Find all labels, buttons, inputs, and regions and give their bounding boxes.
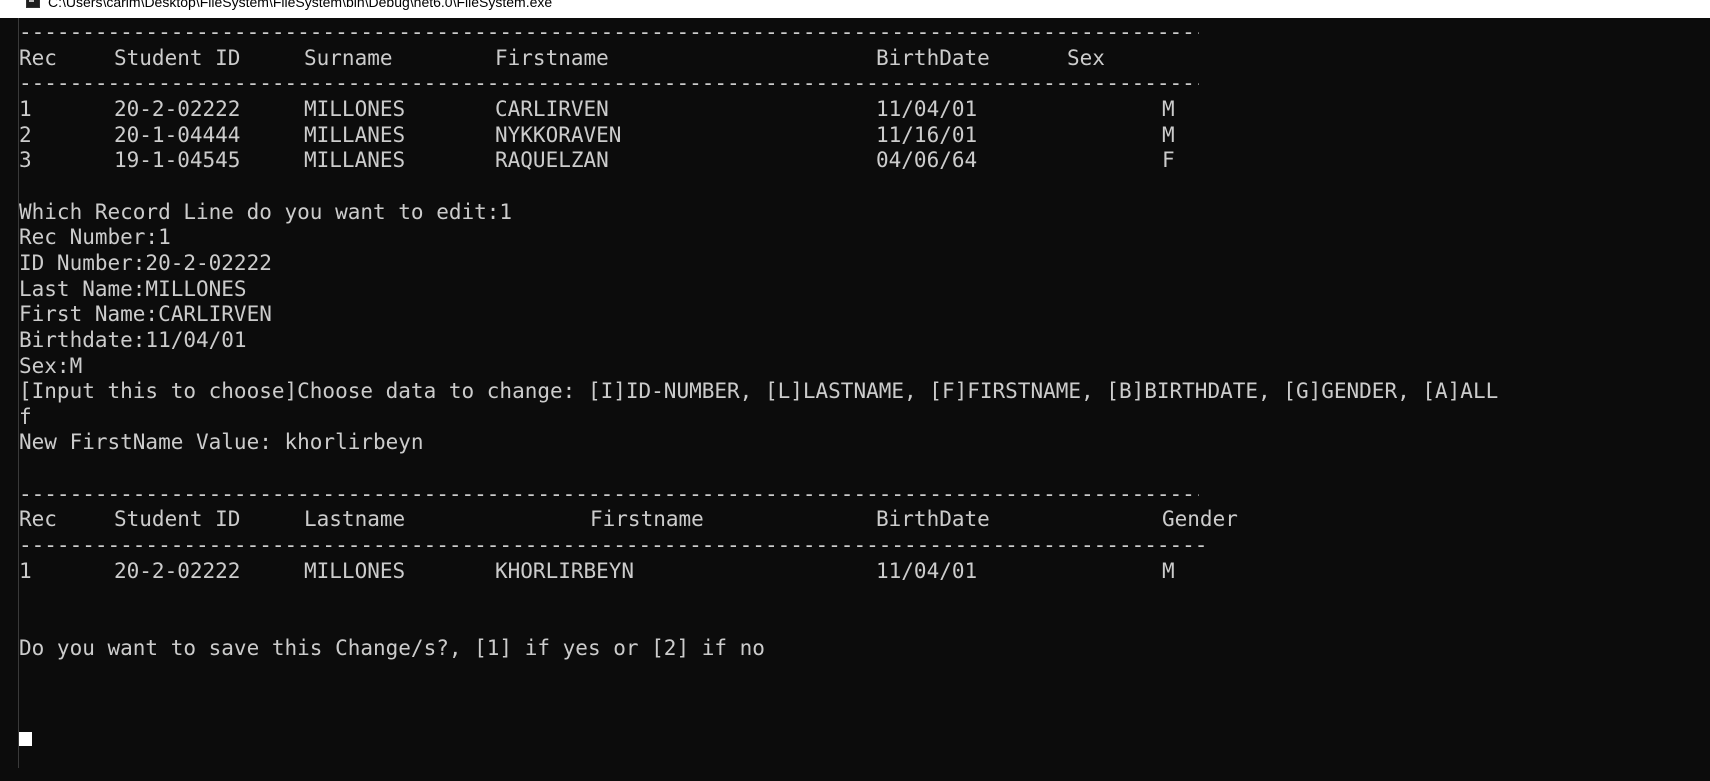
- choose-data-prompt: [Input this to choose]Choose data to cha…: [19, 379, 1499, 403]
- cell-student-id: 20-2-02222: [114, 97, 241, 121]
- birthdate-line: Birthdate:11/04/01: [19, 328, 247, 352]
- cell-student-id: 19-1-04545: [114, 148, 241, 172]
- window-title-bar[interactable]: C:\Users\carim\Desktop\FileSystem\FileSy…: [0, 0, 1710, 18]
- cell-birthdate: 11/04/01: [876, 559, 978, 583]
- column-header-surname: Surname: [304, 46, 393, 70]
- table-row: 1 20-2-02222 MILLONES CARLIRVEN 11/04/01…: [19, 95, 1419, 123]
- cell-student-id: 20-1-04444: [114, 123, 241, 147]
- column-header-rec: Rec: [19, 46, 57, 70]
- last-name-line: Last Name:MILLONES: [19, 277, 247, 301]
- cell-firstname: CARLIRVEN: [495, 97, 609, 121]
- cell-sex: F: [1162, 148, 1175, 172]
- cell-firstname: KHORLIRBEYN: [495, 559, 635, 583]
- cell-firstname: NYKKORAVEN: [495, 123, 622, 147]
- new-value-line: New FirstName Value: khorlirbeyn: [19, 430, 424, 454]
- cell-sex: M: [1162, 123, 1175, 147]
- choice-input-echo: f: [19, 405, 32, 429]
- table-separator: ----------------------------------------…: [19, 71, 1199, 95]
- column-header-firstname: Firstname: [495, 46, 609, 70]
- prompt-which-record: Which Record Line do you want to edit:1: [19, 200, 513, 224]
- cell-rec: 2: [19, 123, 32, 147]
- table-row: 3 19-1-04545 MILLANES RAQUELZAN 04/06/64…: [19, 146, 1419, 174]
- column-header-gender: Gender: [1162, 507, 1238, 531]
- cell-sex: M: [1162, 97, 1175, 121]
- cell-firstname: RAQUELZAN: [495, 148, 609, 172]
- cell-rec: 1: [19, 559, 32, 583]
- column-header-birthdate: BirthDate: [876, 507, 990, 531]
- cell-gender: M: [1162, 559, 1175, 583]
- cell-lastname: MILLONES: [304, 559, 406, 583]
- column-header-rec: Rec: [19, 507, 57, 531]
- cell-rec: 1: [19, 97, 32, 121]
- cell-surname: MILLONES: [304, 97, 406, 121]
- table-separator: ----------------------------------------…: [19, 533, 1211, 557]
- text-cursor[interactable]: [19, 732, 32, 746]
- console-app-icon: [26, 0, 40, 8]
- table-row: 2 20-1-04444 MILLANES NYKKORAVEN 11/16/0…: [19, 121, 1419, 149]
- cell-surname: MILLANES: [304, 148, 406, 172]
- table-separator: ----------------------------------------…: [19, 482, 1199, 506]
- window-title: C:\Users\carim\Desktop\FileSystem\FileSy…: [48, 0, 553, 10]
- console-output[interactable]: ----------------------------------------…: [0, 18, 1710, 768]
- column-header-firstname: Firstname: [590, 507, 704, 531]
- save-prompt: Do you want to save this Change/s?, [1] …: [19, 636, 765, 660]
- cell-rec: 3: [19, 148, 32, 172]
- table-separator: ----------------------------------------…: [19, 20, 1199, 44]
- first-name-line: First Name:CARLIRVEN: [19, 302, 272, 326]
- id-number-line: ID Number:20-2-02222: [19, 251, 272, 275]
- column-header-lastname: Lastname: [304, 507, 406, 531]
- table-row: 1 20-2-02222 MILLONES KHORLIRBEYN 11/04/…: [19, 557, 1419, 585]
- cell-student-id: 20-2-02222: [114, 559, 241, 583]
- sex-line: Sex:M: [19, 354, 83, 378]
- cell-birthdate: 11/04/01: [876, 97, 978, 121]
- cell-birthdate: 04/06/64: [876, 148, 978, 172]
- column-header-student-id: Student ID: [114, 507, 241, 531]
- table-header-row: Rec Student ID Surname Firstname BirthDa…: [19, 44, 1419, 72]
- cell-surname: MILLANES: [304, 123, 406, 147]
- cell-birthdate: 11/16/01: [876, 123, 978, 147]
- rec-number-line: Rec Number:1: [19, 225, 171, 249]
- column-header-birthdate: BirthDate: [876, 46, 990, 70]
- column-header-sex: Sex: [1067, 46, 1105, 70]
- table-header-row: Rec Student ID Lastname Firstname BirthD…: [19, 505, 1419, 533]
- column-header-student-id: Student ID: [114, 46, 241, 70]
